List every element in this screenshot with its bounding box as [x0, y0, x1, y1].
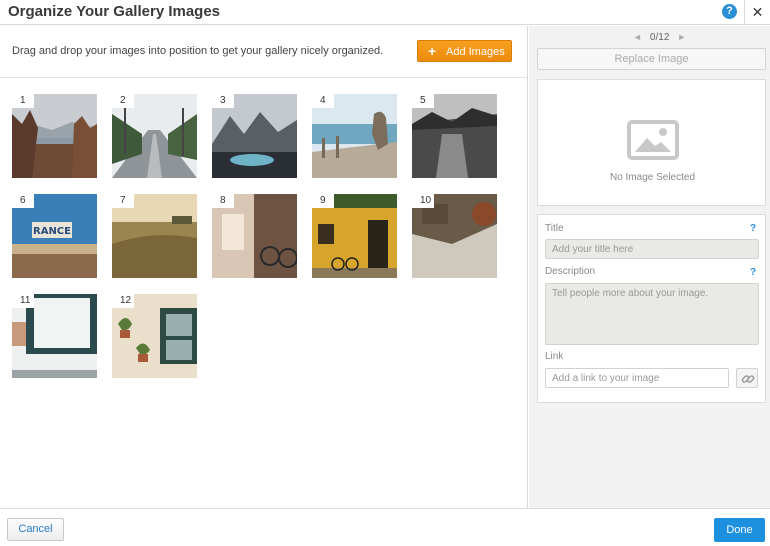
thumbnail-number: 1 [12, 94, 34, 108]
plus-icon: + [428, 43, 437, 59]
image-pager: ◄ 0/12 ► [625, 32, 694, 43]
title-help-icon[interactable]: ? [750, 223, 756, 234]
image-placeholder-icon [627, 120, 679, 160]
description-textarea[interactable]: Tell people more about your image. [545, 283, 759, 345]
prev-arrow-icon[interactable]: ◄ [633, 32, 642, 42]
gallery-thumbnail-5[interactable]: 5 [412, 94, 497, 178]
dialog-title: Organize Your Gallery Images [8, 3, 221, 20]
thumbnail-number: 4 [312, 94, 334, 108]
dialog-footer: Cancel Done [0, 508, 770, 546]
add-images-label: Add Images [446, 46, 505, 58]
done-button[interactable]: Done [714, 518, 765, 542]
chain-link-icon [741, 375, 755, 383]
thumbnail-number: 3 [212, 94, 234, 108]
thumbnail-number: 7 [112, 194, 134, 208]
gallery-thumbnail-10[interactable]: 10 [412, 194, 497, 278]
divider [0, 77, 528, 78]
help-icon[interactable]: ? [722, 4, 737, 19]
link-label: Link [545, 351, 564, 362]
description-help-icon[interactable]: ? [750, 267, 756, 278]
gallery-thumbnail-2[interactable]: 2 [112, 94, 197, 178]
link-input[interactable]: Add a link to your image [545, 368, 729, 388]
image-preview: No Image Selected [537, 79, 766, 206]
gallery-thumbnail-12[interactable]: 12 [112, 294, 197, 378]
gallery-thumbnail-3[interactable]: 3 [212, 94, 297, 178]
thumbnail-number: 6 [12, 194, 34, 208]
gallery-thumbnail-8[interactable]: 8 [212, 194, 297, 278]
image-counter: 0/12 [649, 32, 670, 43]
gallery-thumbnail-1[interactable]: 1 [12, 94, 97, 178]
image-details-form: Title ? Add your title here Description … [537, 214, 766, 403]
image-inspector-panel: ◄ 0/12 ► Replace Image No Image Selected T… [529, 26, 770, 508]
cancel-button[interactable]: Cancel [7, 518, 64, 541]
instructions-text: Drag and drop your images into position … [12, 45, 384, 57]
gallery-thumbnail-4[interactable]: 4 [312, 94, 397, 178]
next-arrow-icon[interactable]: ► [677, 32, 686, 42]
gallery-thumbnail-11[interactable]: 11 [12, 294, 97, 378]
gallery-thumbnail-6[interactable]: 6 RANCE [12, 194, 97, 278]
title-input[interactable]: Add your title here [545, 239, 759, 259]
sign-text: RANCE [33, 226, 71, 237]
replace-image-button[interactable]: Replace Image [537, 48, 766, 70]
thumbnail-number: 10 [412, 194, 434, 208]
description-label: Description [545, 266, 596, 277]
thumbnail-number: 8 [212, 194, 234, 208]
link-button[interactable] [736, 368, 758, 388]
thumbnail-number: 5 [412, 94, 434, 108]
title-label: Title [545, 223, 564, 234]
thumbnail-number: 11 [12, 294, 34, 308]
no-image-text: No Image Selected [609, 172, 696, 183]
thumbnail-number: 2 [112, 94, 134, 108]
gallery-thumbnail-7[interactable]: 7 [112, 194, 197, 278]
close-button[interactable]: ✕ [744, 0, 770, 25]
add-images-button[interactable]: + Add Images [417, 40, 512, 62]
title-bar: Organize Your Gallery Images ? ✕ [0, 0, 770, 25]
thumbnail-number: 12 [112, 294, 134, 308]
gallery-panel: Drag and drop your images into position … [0, 26, 528, 508]
thumbnail-number: 9 [312, 194, 334, 208]
gallery-thumbnail-9[interactable]: 9 [312, 194, 397, 278]
